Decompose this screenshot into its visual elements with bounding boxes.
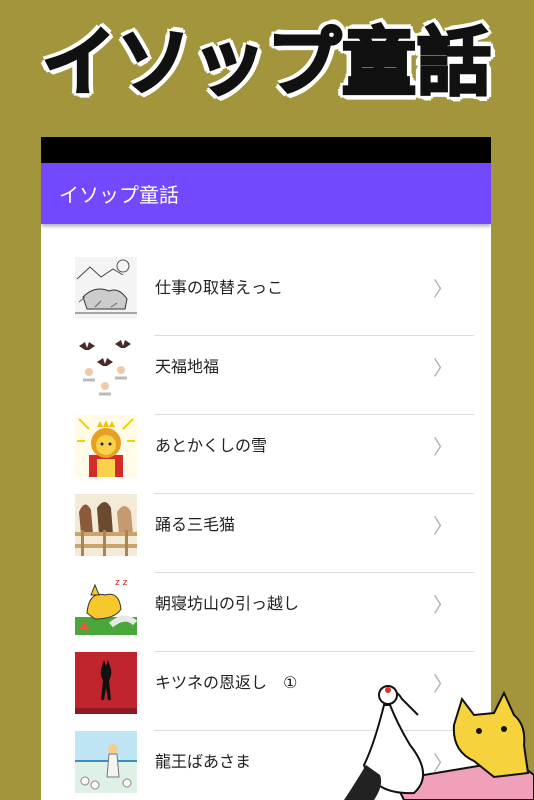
svg-text:z z: z z (115, 578, 128, 588)
horses-in-pen-thumbnail (75, 494, 137, 556)
story-title: 踊る三毛猫 (155, 515, 236, 534)
story-title: 仕事の取替えっこ (155, 278, 284, 297)
list-item[interactable]: 天福地福 〉 (41, 319, 491, 415)
list-item[interactable]: 仕事の取替えっこ 〉 (41, 240, 491, 336)
status-bar (41, 137, 491, 163)
lion-king-thumbnail (75, 415, 137, 477)
bats-and-cherubs-thumbnail (75, 336, 137, 398)
chevron-right-icon: 〉 (433, 356, 453, 380)
story-title: あとかくしの雪 (155, 436, 268, 455)
story-title: 龍王ばあさま (155, 752, 252, 771)
girl-by-sea-thumbnail (75, 731, 137, 793)
app-title: イソップ童話 (59, 183, 179, 207)
sketch-lion-landscape-thumbnail (75, 257, 137, 319)
story-title: キツネの恩返し ① (155, 673, 298, 692)
red-fox-silhouette-thumbnail (75, 652, 137, 714)
story-title: 朝寝坊山の引っ越し (155, 594, 300, 613)
list-item[interactable]: あとかくしの雪 〉 (41, 398, 491, 494)
story-title: 天福地福 (155, 357, 220, 376)
chevron-right-icon: 〉 (433, 277, 453, 301)
chevron-right-icon: 〉 (433, 435, 453, 459)
chevron-right-icon: 〉 (433, 514, 453, 538)
promo-title: イソップ童話 (41, 19, 493, 108)
crane-and-cat-illustration (344, 685, 534, 800)
app-bar: イソップ童話 (41, 163, 491, 224)
chevron-right-icon: 〉 (433, 593, 453, 617)
sleeping-fox-thumbnail: z z (75, 573, 137, 635)
list-item[interactable]: z z 朝寝坊山の引っ越し 〉 (41, 556, 491, 652)
list-item[interactable]: 踊る三毛猫 〉 (41, 477, 491, 573)
